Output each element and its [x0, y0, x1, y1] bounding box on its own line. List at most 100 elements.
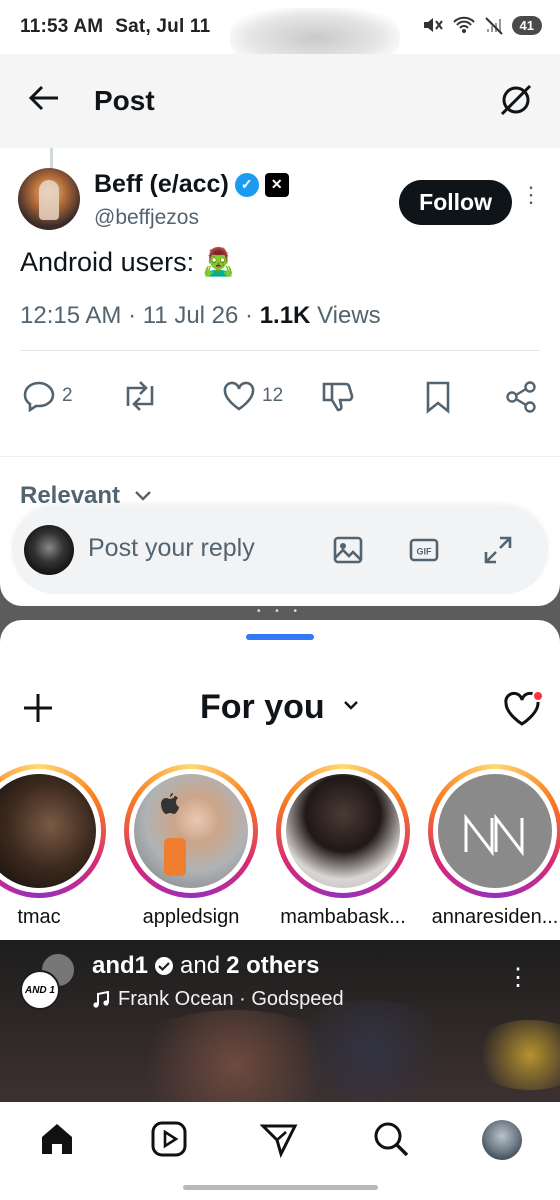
story-username: annaresiden...: [431, 906, 559, 928]
nn-logo-icon: [464, 813, 524, 856]
affiliate-badge-icon: ✕: [264, 172, 289, 197]
expand-icon[interactable]: [482, 534, 514, 571]
story-ring: [124, 764, 258, 898]
story-username: tmac: [17, 906, 61, 928]
repost-icon: [126, 381, 154, 411]
reply-input[interactable]: Post your reply: [88, 534, 255, 563]
author-handle[interactable]: @beffjezos: [94, 206, 199, 230]
reel-music[interactable]: Frank Ocean · Godspeed: [92, 988, 344, 1011]
apple-logo-icon: [161, 793, 179, 814]
chevron-down-icon: [134, 491, 151, 501]
reply-composer[interactable]: Post your reply GIF: [12, 506, 548, 594]
signal-off-icon: [484, 17, 503, 35]
pane-drag-handle[interactable]: [246, 634, 314, 640]
home-icon[interactable]: [38, 1120, 76, 1163]
thread-line: [50, 148, 53, 170]
status-time: 11:53 AM: [20, 16, 104, 37]
split-screen-handle[interactable]: • • •: [0, 606, 560, 617]
avatar: [24, 525, 74, 575]
post-header: Post: [0, 54, 560, 148]
views-count: 1.1K: [259, 302, 311, 329]
notification-dot: [532, 690, 544, 702]
gif-label: GIF: [417, 547, 433, 557]
grok-icon[interactable]: [498, 82, 534, 123]
story-item[interactable]: annaresiden...: [428, 764, 560, 929]
reel-preview[interactable]: AND 1 and1 and 2 others Frank Ocean · Go…: [0, 940, 560, 1102]
reel-background: [470, 1020, 560, 1090]
x-app-pane: Post Beff (e/acc) ✓ ✕ @beffjezos Follow …: [0, 54, 560, 606]
more-options-icon[interactable]: ⋮: [520, 184, 542, 206]
bookmark-button[interactable]: [424, 380, 452, 414]
story-ring: [0, 764, 106, 898]
phone-shape: [164, 838, 186, 876]
avatar[interactable]: AND 1: [20, 970, 60, 1010]
sort-label: Relevant: [20, 482, 121, 509]
bookmark-icon: [426, 381, 450, 414]
feed-header: For you: [0, 680, 560, 740]
back-arrow-icon[interactable]: [28, 82, 78, 121]
heart-icon: [223, 381, 255, 411]
chevron-down-icon[interactable]: [342, 698, 360, 717]
send-icon[interactable]: [259, 1120, 298, 1163]
verified-icon: [155, 957, 174, 975]
mute-icon: [423, 18, 443, 32]
status-bar: 11:53 AM Sat, Jul 11 41: [0, 0, 560, 68]
dislike-button[interactable]: [320, 380, 356, 414]
image-icon[interactable]: [332, 534, 364, 571]
post-text: Android users: 🧟‍♂️: [20, 247, 236, 277]
divider: [0, 456, 560, 457]
share-button[interactable]: [504, 380, 538, 414]
story-avatar: [134, 774, 248, 888]
action-bar: 2 12: [0, 380, 560, 424]
story-username: mambabask...: [280, 906, 406, 928]
status-icons: 41: [422, 15, 542, 35]
music-note-icon: [93, 990, 109, 1008]
story-avatar: [286, 774, 400, 888]
story-item[interactable]: tmac: [0, 764, 106, 929]
reel-background: [280, 1000, 460, 1100]
search-icon[interactable]: [372, 1120, 410, 1163]
story-item[interactable]: mambabask...: [276, 764, 410, 929]
reel-music-text: Frank Ocean · Godspeed: [118, 988, 344, 1010]
page-title: Post: [94, 85, 155, 116]
avatar[interactable]: [18, 168, 80, 230]
plus-icon[interactable]: [20, 690, 56, 731]
divider: [20, 350, 540, 351]
reel-and: and: [180, 952, 221, 979]
gif-icon[interactable]: GIF: [408, 534, 440, 571]
reply-count: 2: [62, 385, 73, 406]
battery-indicator: 41: [511, 15, 542, 35]
status-date: Sat, Jul 11: [115, 16, 211, 37]
stories-row: tmac appledsign mambabask... annaresiden…: [0, 764, 560, 934]
author-name-text: Beff (e/acc): [94, 170, 229, 198]
story-username: appledsign: [142, 906, 240, 928]
home-indicator[interactable]: [183, 1185, 378, 1190]
instagram-app-pane: For you tmac appledsign mambabask... ann…: [0, 620, 560, 1200]
follow-button[interactable]: Follow: [399, 180, 512, 225]
thumbs-down-icon: [322, 382, 354, 412]
reel-others: 2 others: [226, 952, 320, 979]
wifi-icon: [452, 16, 475, 33]
like-button[interactable]: 12: [222, 380, 283, 412]
post-time: 12:15 AM: [20, 302, 122, 329]
more-options-icon[interactable]: ⋮: [506, 966, 530, 990]
profile-avatar[interactable]: [482, 1120, 522, 1160]
feed-title[interactable]: For you: [200, 688, 325, 727]
share-icon: [506, 381, 536, 413]
story-ring: [276, 764, 410, 898]
views-label: Views: [317, 302, 381, 329]
like-count: 12: [262, 385, 284, 406]
repost-button[interactable]: [120, 380, 160, 412]
reel-user[interactable]: and1 and 2 others: [92, 952, 319, 980]
author-name[interactable]: Beff (e/acc) ✓ ✕: [94, 170, 289, 199]
story-avatar: [438, 774, 552, 888]
post-date: 11 Jul 26: [142, 302, 239, 329]
reel-username: and1: [92, 952, 149, 979]
reels-icon[interactable]: [150, 1120, 188, 1163]
story-ring: [428, 764, 560, 898]
reply-button[interactable]: 2: [22, 380, 73, 412]
verified-icon: ✓: [234, 172, 259, 197]
story-avatar: [0, 774, 96, 888]
reply-icon: [23, 381, 55, 412]
story-item[interactable]: appledsign: [124, 764, 258, 929]
